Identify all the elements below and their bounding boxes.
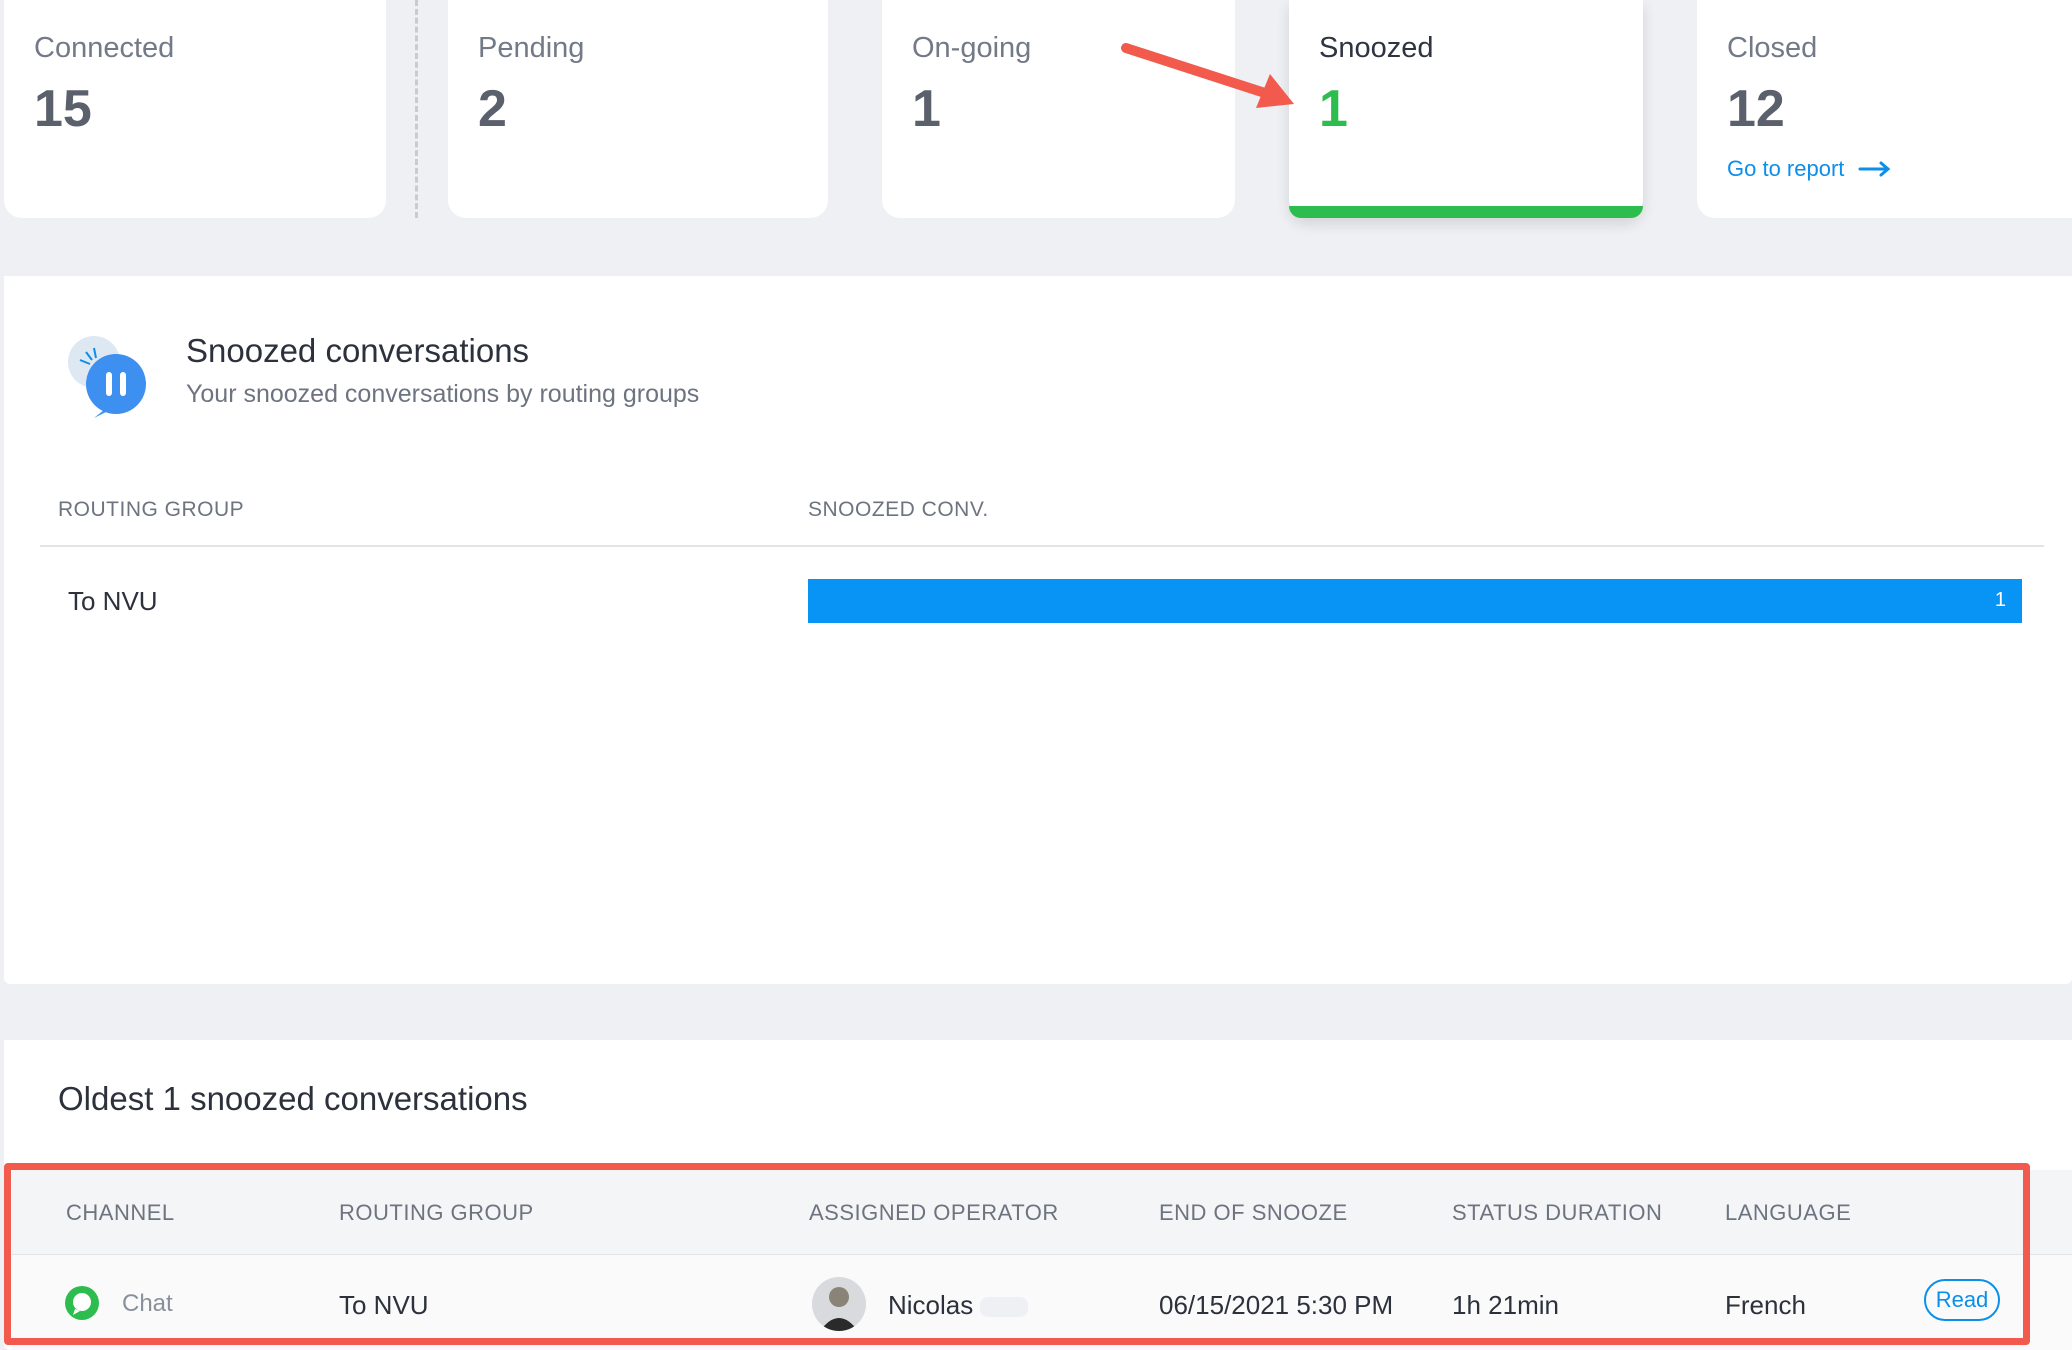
snoozed-conversations-panel: Snoozed conversations Your snoozed conve… [4,276,2072,984]
column-header-snoozed-conv: SNOOZED CONV. [808,498,989,521]
routing-group-name: To NVU [68,586,158,616]
stat-card-connected[interactable]: Connected 15 [4,0,386,218]
stat-value: 15 [34,80,92,138]
stat-label: Pending [478,32,585,64]
report-link-label: Go to report [1727,156,1845,181]
annotation-highlight-box [4,1163,2030,1345]
stat-label: Connected [34,32,175,64]
stat-card-snoozed[interactable]: Snoozed 1 [1289,0,1643,218]
snoozed-bar-count: 1 [1994,589,2006,611]
snoozed-bar-track: 1 [808,579,2022,623]
active-indicator [1289,206,1643,218]
snooze-chat-icon [68,336,146,418]
arrow-right-icon [1858,161,1891,177]
stat-card-closed[interactable]: Closed 12 Go to report [1697,0,2072,218]
annotation-arrow-icon [1121,43,1294,108]
stat-value: 2 [478,80,507,138]
snoozed-bar [808,579,2022,623]
stat-value: 1 [1319,80,1348,138]
card-divider [415,0,418,218]
go-to-report-link[interactable]: Go to report [1727,156,1892,182]
header-divider [40,545,2044,547]
column-header-routing-group: ROUTING GROUP [58,498,245,521]
stat-value: 12 [1727,80,1785,138]
stat-card-pending[interactable]: Pending 2 [448,0,828,218]
stat-label: Snoozed [1319,32,1434,64]
panel-title: Oldest 1 snoozed conversations [58,1080,528,1117]
stat-label: Closed [1727,32,1818,64]
panel-subtitle: Your snoozed conversations by routing gr… [186,380,700,408]
panel-title: Snoozed conversations [186,332,530,369]
